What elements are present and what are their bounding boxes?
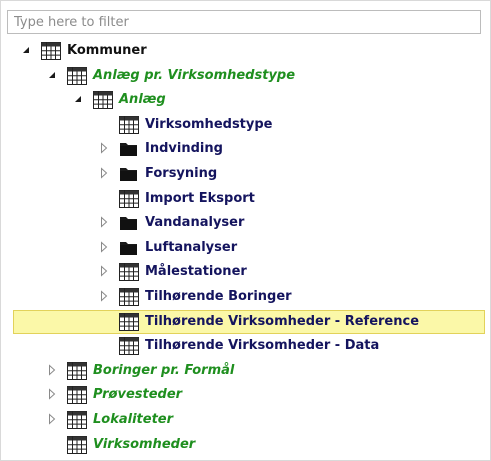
table-icon	[119, 312, 139, 331]
tree-node-label: Boringer pr. Formål	[93, 362, 235, 378]
table-icon	[93, 91, 113, 110]
tree-node-label: Import Eksport	[145, 190, 255, 206]
tree-node-label: Prøvesteder	[93, 387, 183, 403]
table-icon	[119, 263, 139, 282]
tree-node-label: Vandanalyser	[145, 215, 245, 231]
tree-node-label: Virksomheder	[93, 436, 196, 452]
collapse-arrow-icon[interactable]	[98, 216, 110, 228]
folder-icon	[119, 214, 139, 232]
table-icon	[67, 386, 87, 405]
table-icon	[119, 337, 139, 356]
tree-node-label: Forsyning	[145, 166, 218, 181]
tree-node-label: Indvinding	[145, 141, 223, 157]
collapse-arrow-icon[interactable]	[98, 241, 110, 253]
collapse-arrow-icon[interactable]	[98, 167, 110, 179]
tree-node-selected[interactable]: Tilhørende Virksomheder - Reference	[13, 309, 485, 334]
tree-node[interactable]: Forsyning	[1, 162, 490, 186]
collapse-arrow-icon[interactable]	[98, 142, 110, 155]
folder-icon	[119, 165, 139, 183]
collapse-arrow-icon[interactable]	[46, 388, 58, 401]
table-icon	[119, 288, 139, 306]
tree-node-label: Virksomhedstype	[145, 116, 273, 132]
tree-panel: Kommuner Anlæg pr. Virksomhedstype Anlæg Vi…	[0, 0, 491, 461]
tree-node[interactable]: Indvinding	[1, 137, 490, 161]
table-icon	[67, 411, 87, 429]
collapse-arrow-icon[interactable]	[98, 265, 110, 278]
tree-node-label: Anlæg	[119, 92, 166, 108]
collapse-arrow-icon[interactable]	[46, 413, 58, 425]
filter-input[interactable]	[7, 10, 481, 34]
tree-node-label: Målestationer	[145, 264, 247, 280]
table-icon	[41, 42, 61, 60]
tree-node[interactable]: Lokaliteter	[1, 408, 490, 432]
table-icon	[119, 189, 139, 208]
tree-node[interactable]: Prøvesteder	[1, 383, 490, 407]
tree-node[interactable]: Anlæg	[1, 88, 490, 112]
table-icon	[67, 435, 87, 454]
table-icon	[67, 66, 87, 85]
tree-node[interactable]: Luftanalyser	[1, 236, 490, 260]
expand-arrow-icon[interactable]	[46, 69, 58, 81]
tree-node[interactable]: Tilhørende Virksomheder - Data	[1, 334, 490, 358]
folder-icon	[119, 140, 139, 158]
table-icon	[119, 115, 139, 134]
tree-node[interactable]: Virksomheder	[1, 433, 490, 457]
tree-node[interactable]: Vandanalyser	[1, 211, 490, 235]
expand-arrow-icon[interactable]	[72, 93, 84, 105]
tree-node-label: Tilhørende Virksomheder - Data	[145, 338, 380, 354]
collapse-arrow-icon[interactable]	[98, 290, 110, 302]
tree-node[interactable]: Målestationer	[1, 260, 490, 284]
tree-node[interactable]: Tilhørende Boringer	[1, 285, 490, 309]
tree-node-label: Lokaliteter	[93, 412, 174, 427]
tree-node[interactable]: Anlæg pr. Virksomhedstype	[1, 64, 490, 88]
tree-node-label: Kommuner	[67, 43, 147, 58]
tree-node-label: Tilhørende Virksomheder - Reference	[145, 313, 420, 329]
table-icon	[67, 361, 87, 380]
tree-node-label: Tilhørende Boringer	[145, 289, 292, 304]
collapse-arrow-icon[interactable]	[46, 364, 58, 376]
folder-icon	[119, 239, 139, 257]
tree-node[interactable]: Boringer pr. Formål	[1, 359, 490, 383]
tree-node-label: Anlæg pr. Virksomhedstype	[93, 67, 296, 83]
tree-node[interactable]: Virksomhedstype	[1, 113, 490, 137]
expand-arrow-icon[interactable]	[20, 44, 32, 56]
tree-node-label: Luftanalyser	[145, 239, 238, 255]
tree-node[interactable]: Kommuner	[1, 39, 490, 63]
tree-node[interactable]: Import Eksport	[1, 187, 490, 211]
